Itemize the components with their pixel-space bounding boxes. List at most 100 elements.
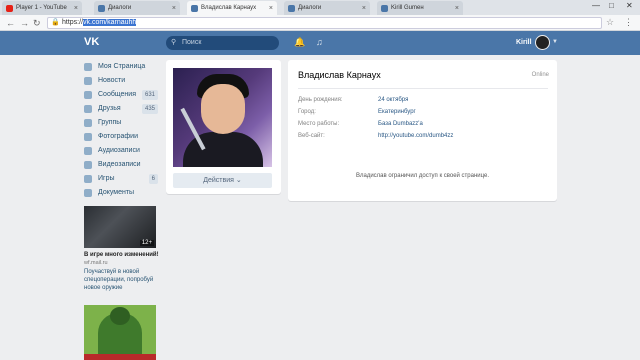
tab-title: Диалоги bbox=[298, 5, 322, 11]
divider bbox=[298, 88, 548, 89]
sidebar-item-label: Видеозаписи bbox=[98, 161, 141, 168]
browser-tab-dialogs[interactable]: Диалоги × bbox=[94, 1, 180, 15]
tab-close-icon[interactable]: × bbox=[74, 5, 78, 12]
sidebar-item-label: Моя Страница bbox=[98, 63, 146, 70]
sidebar-item-games[interactable]: Игры 6 bbox=[84, 172, 160, 186]
sidebar-item-my-page[interactable]: Моя Страница bbox=[84, 60, 160, 74]
ad-figure-head bbox=[110, 307, 130, 325]
avatar[interactable] bbox=[535, 35, 550, 50]
ad-image-2[interactable] bbox=[84, 305, 156, 360]
video-icon bbox=[84, 161, 92, 169]
info-value[interactable]: База Dumbazz'a bbox=[378, 119, 423, 129]
tab-title: Диалоги bbox=[108, 5, 132, 11]
browser-tab-youtube[interactable]: Player 1 - YouTube × bbox=[2, 1, 82, 15]
sidebar-item-label: Документы bbox=[98, 189, 135, 196]
sidebar-item-photos[interactable]: Фотографии bbox=[84, 130, 160, 144]
message-icon bbox=[84, 91, 92, 99]
search-icon: ⚲ bbox=[171, 39, 177, 46]
bookmark-star-icon[interactable]: ☆ bbox=[606, 17, 614, 28]
tab-close-icon[interactable]: × bbox=[362, 5, 366, 12]
actions-button[interactable]: Действия ⌄ bbox=[173, 173, 272, 188]
reload-icon[interactable]: ↻ bbox=[33, 17, 41, 29]
sidebar-item-label: Друзья bbox=[98, 105, 121, 112]
info-row-website: Веб-сайт: http://youtube.com/dumb4zz bbox=[298, 131, 548, 141]
sidebar-item-news[interactable]: Новости bbox=[84, 74, 160, 88]
restricted-notice: Владислав ограничил доступ к своей стран… bbox=[355, 173, 490, 179]
ad-text[interactable]: Поучаствуй в новой спецоперации, попробу… bbox=[84, 268, 160, 292]
browser-menu-icon[interactable]: ⋮ bbox=[624, 17, 633, 28]
sidebar-item-groups[interactable]: Группы bbox=[84, 116, 160, 130]
website-link[interactable]: http://youtube.com/dumb4zz bbox=[378, 131, 453, 141]
tab-title: Kirill Gumeн bbox=[391, 5, 424, 11]
online-status: Online bbox=[531, 72, 549, 78]
vk-icon bbox=[288, 4, 295, 12]
sidebar-item-video[interactable]: Видеозаписи bbox=[84, 158, 160, 172]
tab-close-icon[interactable]: × bbox=[455, 5, 459, 12]
info-label: Место работы: bbox=[298, 121, 340, 127]
info-row-city: Город: Екатеринбург bbox=[298, 107, 548, 117]
document-icon bbox=[84, 189, 92, 197]
vk-icon bbox=[191, 4, 198, 12]
window-close-button[interactable]: ✕ bbox=[626, 1, 633, 10]
news-icon bbox=[84, 77, 92, 85]
chevron-down-icon[interactable]: ▼ bbox=[552, 39, 558, 45]
address-bar-row: ← → ↻ 🔒 https://vk.com/karnauhh ☆ ⋮ bbox=[0, 15, 640, 31]
vk-icon bbox=[98, 4, 105, 12]
gamepad-icon bbox=[84, 175, 92, 183]
back-icon[interactable]: ← bbox=[6, 17, 15, 29]
info-value[interactable]: Екатеринбург bbox=[378, 107, 416, 117]
bell-icon[interactable]: 🔔 bbox=[294, 37, 305, 48]
url-input[interactable]: 🔒 https://vk.com/karnauhh bbox=[47, 17, 602, 29]
photo-face bbox=[201, 84, 245, 134]
tab-close-icon[interactable]: × bbox=[172, 5, 176, 12]
minimize-button[interactable]: — bbox=[592, 1, 600, 10]
info-label: День рождения: bbox=[298, 97, 343, 103]
vk-icon bbox=[381, 4, 388, 12]
messages-count-badge: 631 bbox=[141, 90, 158, 100]
sidebar-item-label: Группы bbox=[98, 119, 122, 126]
sidebar-item-label: Игры bbox=[98, 175, 115, 182]
search-placeholder: Поиск bbox=[182, 39, 202, 46]
vk-logo[interactable]: VK bbox=[84, 36, 99, 48]
friends-count-badge: 435 bbox=[141, 104, 158, 114]
ad-title[interactable]: В игре много изменений! bbox=[84, 252, 159, 258]
ad-image[interactable]: 12+ bbox=[84, 206, 156, 248]
maximize-button[interactable]: □ bbox=[609, 1, 614, 10]
tab-title: Player 1 - YouTube bbox=[16, 5, 67, 11]
groups-icon bbox=[84, 119, 92, 127]
browser-tab-profile[interactable]: Владислав Карнаух × bbox=[187, 1, 277, 15]
profile-photo[interactable] bbox=[173, 68, 272, 167]
sidebar-item-audio[interactable]: Аудиозаписи bbox=[84, 144, 160, 158]
sidebar: Моя Страница Новости Сообщения 631 Друзья… bbox=[84, 60, 160, 200]
browser-tab-dialogs-2[interactable]: Диалоги × bbox=[284, 1, 370, 15]
search-input[interactable]: ⚲ Поиск bbox=[166, 36, 279, 50]
profile-name: Владислав Карнаух bbox=[298, 70, 381, 80]
music-icon bbox=[84, 147, 92, 155]
url-selected-text: vk.com/karnauhh bbox=[83, 19, 137, 26]
url-prefix: https:// bbox=[62, 19, 84, 26]
music-note-icon[interactable]: ♫ bbox=[316, 37, 323, 47]
info-label: Веб-сайт: bbox=[298, 133, 325, 139]
sidebar-item-friends[interactable]: Друзья 435 bbox=[84, 102, 160, 116]
browser-tab-bar: Player 1 - YouTube × Диалоги × Владислав… bbox=[0, 0, 640, 15]
friends-icon bbox=[84, 105, 92, 113]
info-row-work: Место работы: База Dumbazz'a bbox=[298, 119, 548, 129]
forward-icon[interactable]: → bbox=[20, 17, 29, 29]
sidebar-item-label: Сообщения bbox=[98, 91, 136, 98]
profile-photo-card: Действия ⌄ bbox=[166, 60, 281, 194]
home-icon bbox=[84, 63, 92, 71]
browser-tab-kirill[interactable]: Kirill Gumeн × bbox=[377, 1, 463, 15]
info-label: Город: bbox=[298, 109, 316, 115]
youtube-icon bbox=[6, 4, 13, 12]
camera-icon bbox=[84, 133, 92, 141]
age-rating-badge: 12+ bbox=[139, 240, 154, 246]
games-count-badge: 6 bbox=[148, 174, 158, 184]
sidebar-item-messages[interactable]: Сообщения 631 bbox=[84, 88, 160, 102]
sidebar-item-label: Фотографии bbox=[98, 133, 139, 140]
info-value[interactable]: 24 октября bbox=[378, 95, 408, 105]
sidebar-item-documents[interactable]: Документы bbox=[84, 186, 160, 200]
vk-header: VK ⚲ Поиск 🔔 ♫ Kirill ▼ bbox=[0, 31, 640, 55]
header-user-name[interactable]: Kirill bbox=[516, 39, 532, 46]
ad-stripe bbox=[84, 354, 156, 360]
tab-close-icon[interactable]: × bbox=[269, 5, 273, 12]
